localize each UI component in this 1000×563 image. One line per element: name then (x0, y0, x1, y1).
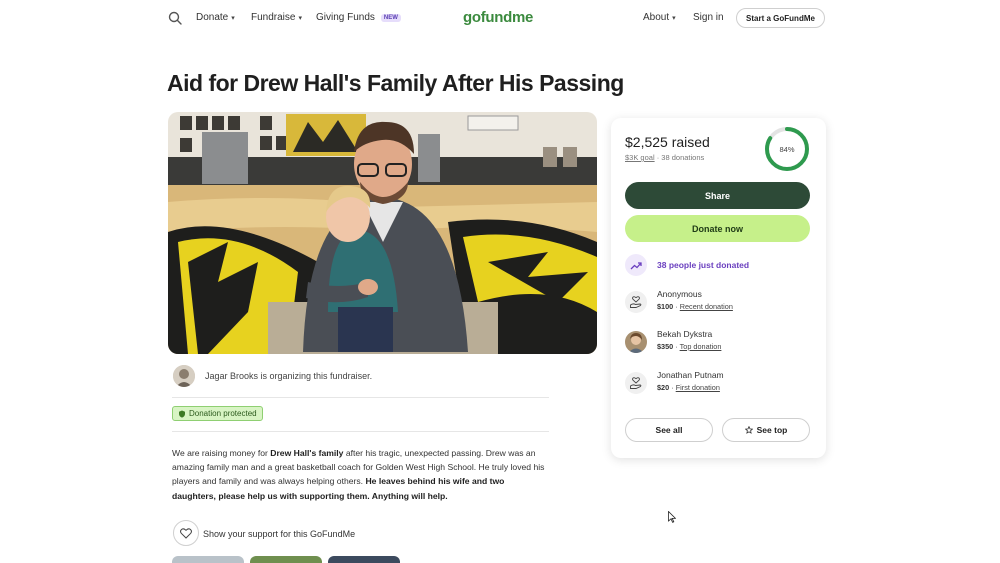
heart-hand-icon (630, 296, 642, 308)
search-icon[interactable] (168, 11, 182, 25)
donation-card: $2,525 raised $3K goal · 38 donations 84… (611, 118, 826, 458)
mouse-cursor-icon (668, 511, 676, 523)
donor-tag-link[interactable]: First donation (676, 383, 720, 392)
gallery-thumbnail[interactable] (250, 556, 322, 563)
shield-icon (179, 410, 185, 418)
nav-donate-label: Donate (196, 12, 229, 23)
meta-separator: · (675, 302, 678, 311)
donation-protected-label: Donation protected (189, 409, 257, 418)
trending-up-icon (630, 261, 642, 269)
see-top-label: See top (756, 425, 788, 435)
donor-avatar (625, 372, 647, 394)
chevron-down-icon: ▾ (298, 14, 302, 22)
campaign-photo-image (168, 112, 597, 354)
donor-amount: $350 (657, 342, 674, 351)
share-button[interactable]: Share (625, 182, 810, 209)
heart-icon (180, 527, 192, 539)
donation-protected-badge[interactable]: Donation protected (172, 406, 263, 421)
donor-row: Anonymous $100 · Recent donation (625, 289, 815, 315)
donor-name: Anonymous (657, 289, 702, 299)
nav-giving-funds[interactable]: Giving Funds NEW (316, 12, 401, 23)
donor-meta: $350 · Top donation (657, 342, 721, 351)
nav-donate[interactable]: Donate ▾ (196, 12, 235, 23)
donor-amount: $100 (657, 302, 674, 311)
support-text: Show your support for this GoFundMe (203, 529, 356, 539)
campaign-photo[interactable] (168, 112, 597, 354)
donor-row: Bekah Dykstra $350 · Top donation (625, 329, 815, 355)
goal-separator: · (656, 153, 660, 162)
nav-fundraise[interactable]: Fundraise ▾ (251, 12, 302, 23)
campaign-description: We are raising money for Drew Hall's fam… (172, 446, 550, 503)
start-gofundme-button[interactable]: Start a GoFundMe (736, 8, 825, 28)
goal-amount[interactable]: $3K goal (625, 153, 655, 162)
meta-separator: · (671, 383, 674, 392)
divider (172, 397, 549, 398)
donor-amount: $20 (657, 383, 670, 392)
chevron-down-icon: ▾ (672, 14, 676, 22)
campaign-title: Aid for Drew Hall's Family After His Pas… (167, 70, 624, 96)
heart-hand-icon (630, 377, 642, 389)
divider (172, 431, 549, 432)
trending-icon-wrap (625, 254, 647, 276)
sign-in-link[interactable]: Sign in (693, 12, 724, 23)
see-all-button[interactable]: See all (625, 418, 713, 442)
nav-about-label: About (643, 12, 670, 23)
progress-ring: 84% (765, 127, 809, 171)
organizer-avatar[interactable] (173, 365, 195, 387)
nav-giving-funds-label: Giving Funds (316, 12, 375, 23)
chevron-down-icon: ▾ (231, 14, 235, 22)
goal-line: $3K goal · 38 donations (625, 153, 704, 162)
organizer-text: Jagar Brooks is organizing this fundrais… (205, 371, 373, 381)
donor-row: Jonathan Putnam $20 · First donation (625, 370, 815, 396)
recent-donors-text: 38 people just donated (657, 260, 750, 270)
donor-name: Bekah Dykstra (657, 329, 713, 339)
description-text: We are raising money for (172, 448, 271, 458)
donor-meta: $100 · Recent donation (657, 302, 733, 311)
meta-separator: · (675, 342, 678, 351)
gallery-thumbnail[interactable] (328, 556, 400, 563)
see-top-button[interactable]: See top (722, 418, 810, 442)
nav-fundraise-label: Fundraise (251, 12, 296, 23)
gallery-thumbnail[interactable] (172, 556, 244, 563)
nav-about[interactable]: About ▾ (643, 12, 676, 23)
donor-avatar (625, 331, 647, 353)
donor-meta: $20 · First donation (657, 383, 720, 392)
organizer-avatar-image (173, 365, 195, 387)
donor-name: Jonathan Putnam (657, 370, 724, 380)
sign-in-label: Sign in (693, 12, 724, 23)
new-badge: NEW (380, 13, 401, 22)
donate-now-button[interactable]: Donate now (625, 215, 810, 242)
donor-tag-link[interactable]: Top donation (680, 342, 722, 351)
donor-photo (625, 331, 647, 353)
gofundme-logo[interactable]: gofundme (463, 9, 533, 26)
top-nav: Donate ▾ Fundraise ▾ Giving Funds NEW go… (0, 0, 1000, 36)
star-icon (744, 426, 753, 434)
donation-count: 38 donations (661, 153, 705, 162)
donor-tag-link[interactable]: Recent donation (680, 302, 733, 311)
donor-avatar (625, 291, 647, 313)
description-bold: Drew Hall's family (270, 448, 344, 458)
progress-label: 84% (779, 145, 794, 154)
support-heart-button[interactable] (173, 520, 199, 546)
amount-raised: $2,525 raised (625, 134, 710, 150)
